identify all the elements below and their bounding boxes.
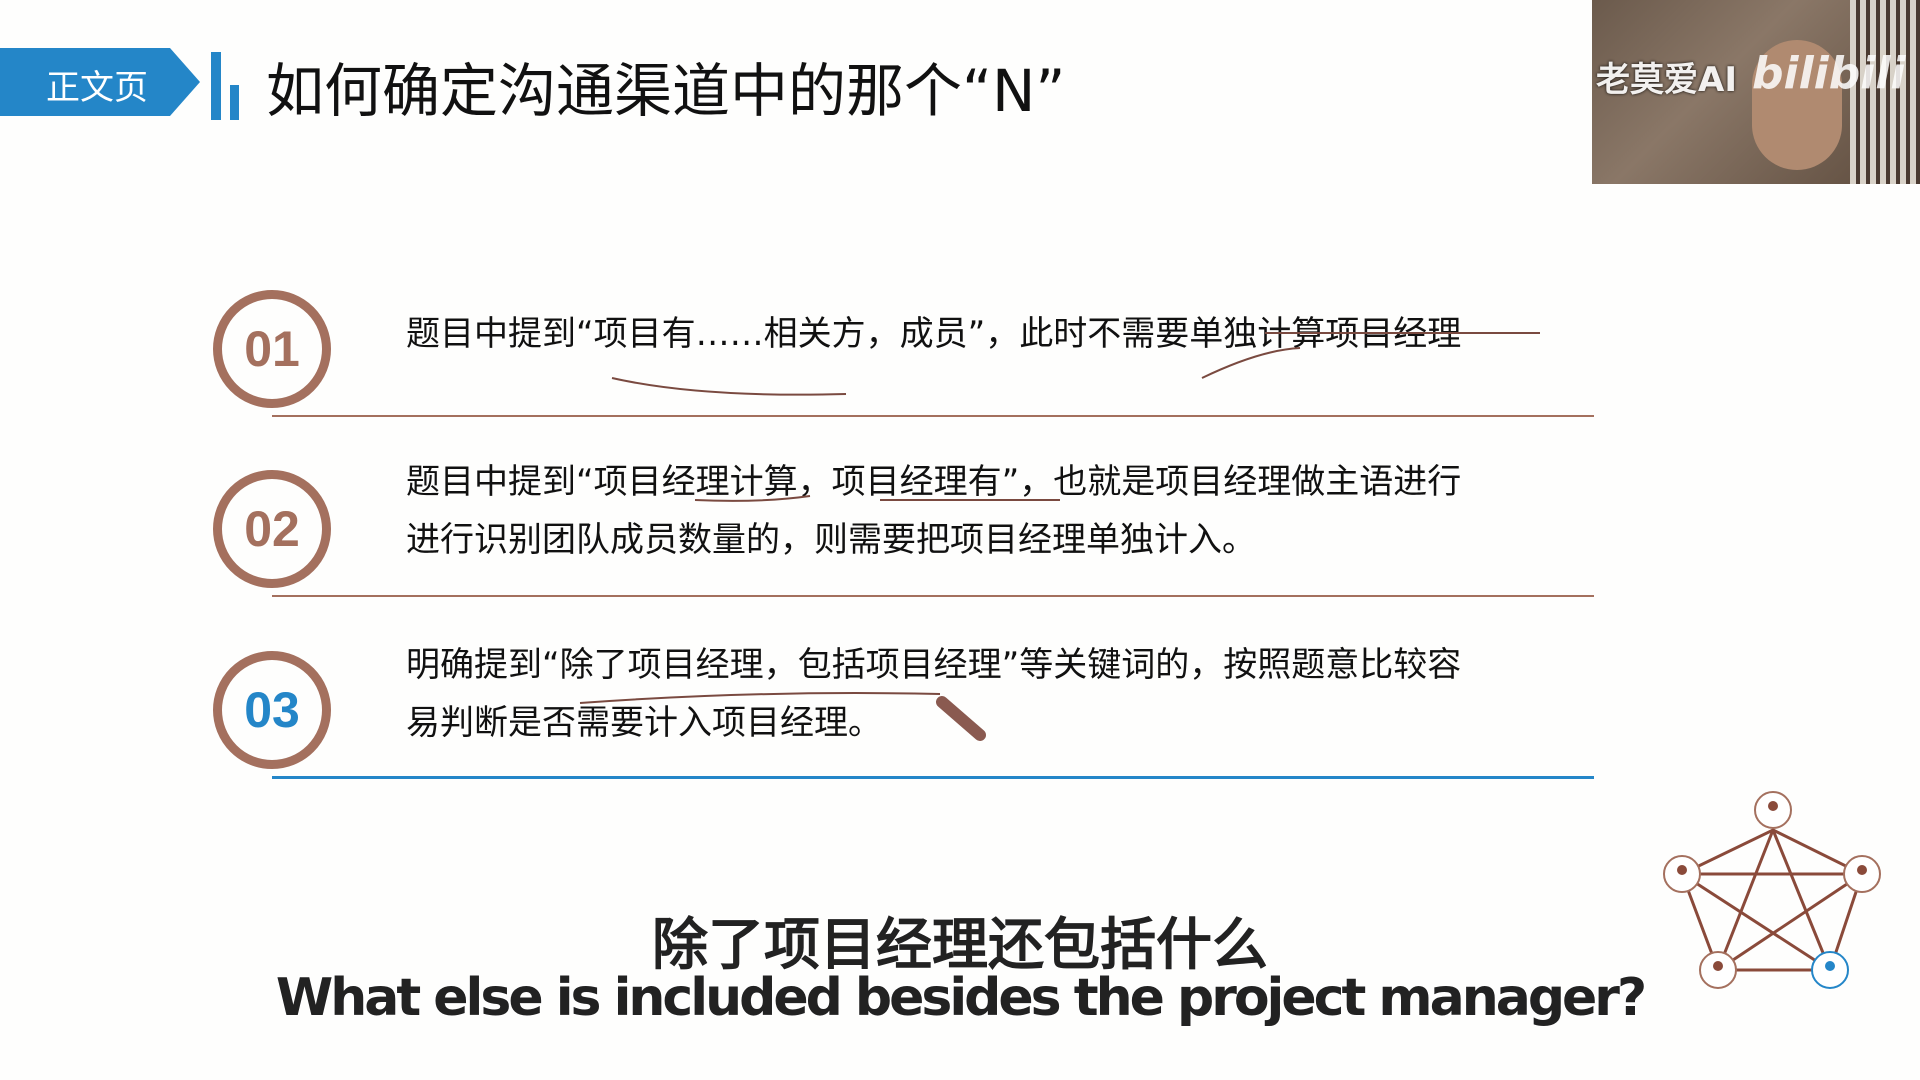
divider-active xyxy=(272,776,1594,779)
channel-watermark: 老莫爱AI xyxy=(1596,60,1737,100)
webcam-overlay: 老莫爱AI bilibili xyxy=(1592,0,1920,184)
title-accent-bar-short xyxy=(230,85,239,120)
bilibili-logo: bilibili xyxy=(1752,48,1906,99)
item-line: 进行识别团队成员数量的，则需要把项目经理单独计入。 xyxy=(406,520,1256,560)
item-text-03: 明确提到“除了项目经理，包括项目经理”等关键词的，按照题意比较容 易判断是否需要计… xyxy=(406,636,1461,752)
divider xyxy=(272,595,1594,597)
item-line: 题目中提到“项目经理计算，项目经理有”，也就是项目经理做主语进行 xyxy=(406,462,1462,502)
item-number-01: 01 xyxy=(213,290,331,408)
item-text-02: 题目中提到“项目经理计算，项目经理有”，也就是项目经理做主语进行 进行识别团队成员… xyxy=(406,453,1461,569)
item-line: 易判断是否需要计入项目经理。 xyxy=(406,703,882,743)
item-number-02: 02 xyxy=(213,470,331,588)
divider xyxy=(272,415,1594,417)
item-text-01: 题目中提到“项目有……相关方，成员”，此时不需要单独计算项目经理 xyxy=(406,305,1461,363)
subtitle-english: What else is included besides the projec… xyxy=(275,967,1648,1029)
page-title: 如何确定沟通渠道中的那个“N” xyxy=(266,57,1066,125)
section-label-banner: 正文页 xyxy=(0,48,200,116)
item-line: 明确提到“除了项目经理，包括项目经理”等关键词的，按照题意比较容 xyxy=(406,645,1462,685)
section-label: 正文页 xyxy=(46,68,148,108)
item-line: 题目中提到“项目有……相关方，成员”，此时不需要单独计算项目经理 xyxy=(406,314,1462,354)
title-accent-bar xyxy=(211,52,221,120)
item-number-03: 03 xyxy=(213,651,331,769)
